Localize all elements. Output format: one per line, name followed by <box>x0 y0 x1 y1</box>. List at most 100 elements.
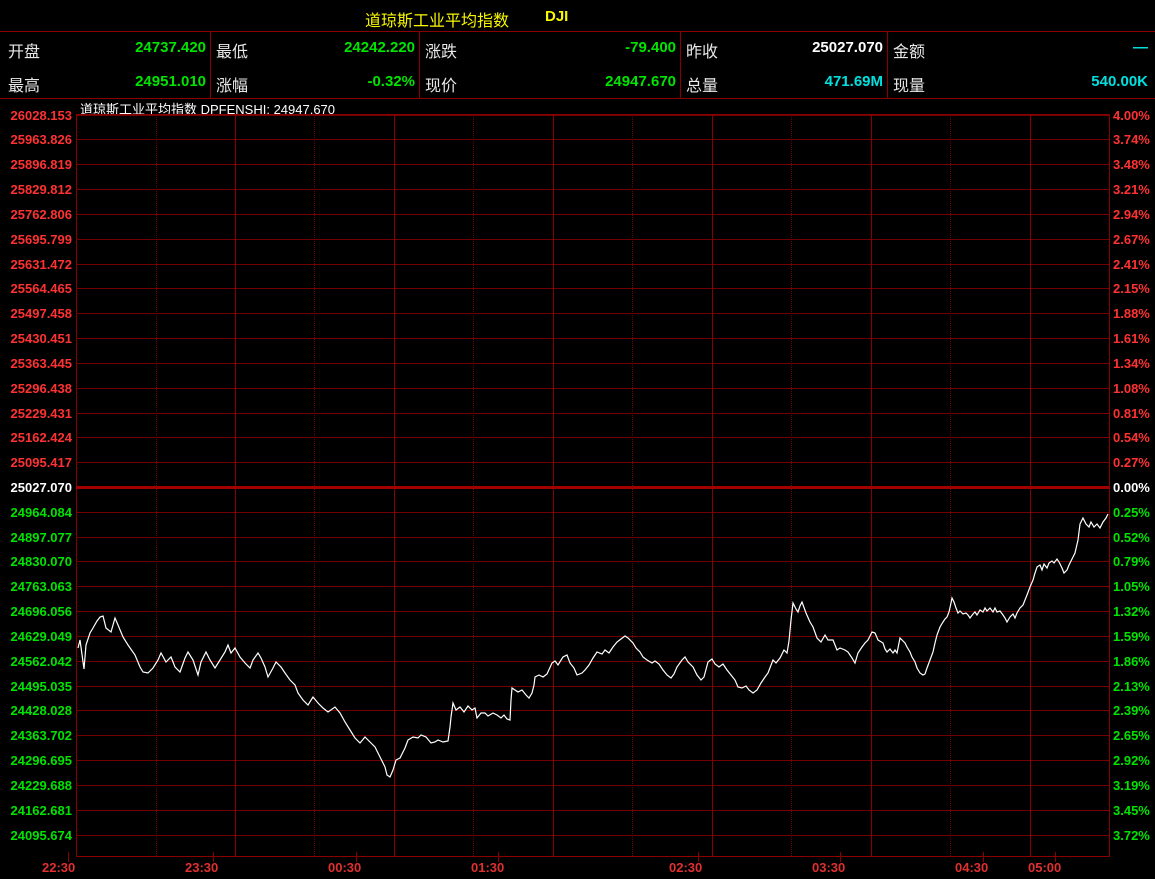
symbol-label: DJI <box>545 8 568 25</box>
h-gridline <box>76 661 1109 662</box>
time-axis-label: 03:30 <box>812 860 845 875</box>
price-axis-label-left: 25896.819 <box>11 158 72 171</box>
prev-close-line <box>76 486 1109 489</box>
h-gridline <box>76 363 1109 364</box>
v-gridline-halfhour <box>473 114 474 856</box>
percent-axis-label-right: 0.00% <box>1113 481 1150 494</box>
plot-border-right <box>1109 114 1110 856</box>
percent-axis-label-right: 1.88% <box>1113 307 1150 320</box>
percent-axis-label-right: 0.52% <box>1113 531 1150 544</box>
time-axis-label: 23:30 <box>185 860 218 875</box>
price-axis-label-left: 24763.063 <box>11 580 72 593</box>
stat-value-current-volume: 540.00K <box>1091 73 1148 90</box>
header-divider <box>210 31 211 98</box>
h-gridline <box>76 512 1109 513</box>
h-gridline <box>76 264 1109 265</box>
header-divider <box>887 31 888 98</box>
stat-label-open: 开盘 <box>8 38 40 62</box>
percent-axis-label-right: 2.39% <box>1113 704 1150 717</box>
price-axis-label-left: 25162.424 <box>11 431 72 444</box>
h-gridline <box>76 139 1109 140</box>
h-gridline <box>76 760 1109 761</box>
h-gridline <box>76 835 1109 836</box>
percent-axis-label-right: 3.21% <box>1113 183 1150 196</box>
price-line <box>78 514 1108 777</box>
price-axis-label-left: 25229.431 <box>11 407 72 420</box>
stat-label-prev-close: 昨收 <box>686 38 718 62</box>
v-gridline-hour <box>871 114 872 856</box>
time-axis-label: 01:30 <box>471 860 504 875</box>
v-gridline-halfhour <box>156 114 157 856</box>
percent-axis-label-right: 0.81% <box>1113 407 1150 420</box>
stat-value-amount: — <box>1133 39 1148 56</box>
h-gridline <box>76 313 1109 314</box>
page-title: 道琼斯工业平均指数 <box>365 7 509 31</box>
stat-value-prev-close: 25027.070 <box>812 39 883 56</box>
h-gridline <box>76 214 1109 215</box>
percent-axis-label-right: 1.08% <box>1113 382 1150 395</box>
price-axis-label-left: 25095.417 <box>11 456 72 469</box>
price-axis-label-left: 25564.465 <box>11 282 72 295</box>
h-gridline <box>76 735 1109 736</box>
v-gridline-halfhour <box>791 114 792 856</box>
percent-axis-label-right: 1.86% <box>1113 655 1150 668</box>
price-axis-label-left: 24296.695 <box>11 754 72 767</box>
percent-axis-label-right: 4.00% <box>1113 109 1150 122</box>
header-divider <box>419 31 420 98</box>
h-gridline <box>76 413 1109 414</box>
price-axis-label-left: 24897.077 <box>11 531 72 544</box>
time-axis-label: 05:00 <box>1028 860 1061 875</box>
h-gridline <box>76 338 1109 339</box>
price-axis-label-left: 25963.826 <box>11 133 72 146</box>
percent-axis-label-right: 2.92% <box>1113 754 1150 767</box>
percent-axis-label-right: 0.25% <box>1113 506 1150 519</box>
stat-value-last-price: 24947.670 <box>605 73 676 90</box>
h-gridline <box>76 636 1109 637</box>
v-gridline-hour <box>553 114 554 856</box>
stat-value-low: 24242.220 <box>344 39 415 56</box>
stat-label-change: 涨跌 <box>425 38 457 62</box>
price-axis-label-left: 24363.702 <box>11 729 72 742</box>
h-gridline <box>76 437 1109 438</box>
percent-axis-label-right: 3.45% <box>1113 804 1150 817</box>
percent-axis-label-right: 1.59% <box>1113 630 1150 643</box>
stat-value-high: 24951.010 <box>135 73 206 90</box>
h-gridline <box>76 388 1109 389</box>
stat-value-change: -79.400 <box>625 39 676 56</box>
v-gridline-halfhour <box>950 114 951 856</box>
price-axis-label-left: 24562.042 <box>11 655 72 668</box>
price-axis-label-left: 25695.799 <box>11 233 72 246</box>
percent-axis-label-right: 3.72% <box>1113 829 1150 842</box>
header-divider <box>680 31 681 98</box>
stock-terminal-window: 道琼斯工业平均指数 DJI 开盘24737.420最低24242.220涨跌-7… <box>0 0 1155 879</box>
h-gridline <box>76 686 1109 687</box>
stat-label-low: 最低 <box>216 38 248 62</box>
price-axis-label-left: 25363.445 <box>11 357 72 370</box>
h-gridline <box>76 537 1109 538</box>
stat-label-amount: 金额 <box>893 38 925 62</box>
stat-label-high: 最高 <box>8 72 40 96</box>
v-gridline-hour <box>394 114 395 856</box>
price-axis-label-left: 24696.056 <box>11 605 72 618</box>
percent-axis-label-right: 2.13% <box>1113 680 1150 693</box>
plot-border-bottom <box>76 856 1110 857</box>
h-gridline <box>76 611 1109 612</box>
h-gridline <box>76 115 1109 116</box>
h-gridline <box>76 189 1109 190</box>
h-gridline <box>76 239 1109 240</box>
stat-label-change-percent: 涨幅 <box>216 72 248 96</box>
percent-axis-label-right: 3.74% <box>1113 133 1150 146</box>
price-axis-label-left: 25762.806 <box>11 208 72 221</box>
price-axis-label-left: 26028.153 <box>11 109 72 122</box>
percent-axis-label-right: 0.79% <box>1113 555 1150 568</box>
percent-axis-label-right: 1.61% <box>1113 332 1150 345</box>
v-gridline-hour <box>235 114 236 856</box>
price-axis-label-left: 25027.070 <box>11 481 72 494</box>
price-axis-label-left: 25296.438 <box>11 382 72 395</box>
v-gridline-hour <box>712 114 713 856</box>
percent-axis-label-right: 3.19% <box>1113 779 1150 792</box>
price-axis-label-left: 24162.681 <box>11 804 72 817</box>
stat-label-last-price: 现价 <box>425 72 457 96</box>
stat-value-change-percent: -0.32% <box>367 73 415 90</box>
percent-axis-label-right: 2.94% <box>1113 208 1150 221</box>
